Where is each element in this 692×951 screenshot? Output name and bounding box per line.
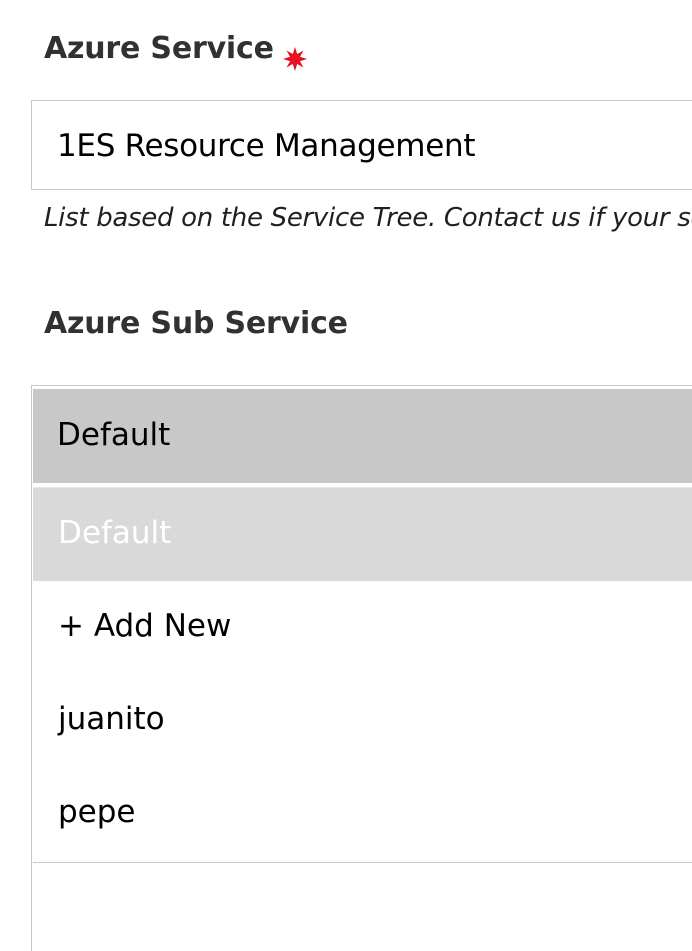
dropdown-option-add-new[interactable]: + Add New (33, 581, 692, 674)
dropdown-option-label: Default (58, 515, 172, 551)
azure-sub-service-select[interactable]: Default (33, 389, 692, 483)
dropdown-option-pepe[interactable]: pepe (33, 767, 692, 860)
azure-service-input[interactable]: 1ES Resource Management (31, 100, 692, 190)
azure-sub-service-dropdown-list: Default + Add New juanito pepe (33, 487, 692, 863)
dropdown-option-label: pepe (58, 794, 136, 830)
dropdown-option-label: juanito (58, 701, 165, 737)
form-page: Azure Service 1ES Resource Management Li… (0, 0, 692, 951)
azure-service-helper-text: List based on the Service Tree. Contact … (44, 203, 692, 233)
required-asterisk-icon (283, 47, 307, 71)
dropdown-option-label: + Add New (58, 608, 232, 644)
azure-service-value: 1ES Resource Management (57, 128, 476, 164)
dropdown-option-default[interactable]: Default (33, 488, 692, 581)
azure-service-label: Azure Service (44, 31, 274, 66)
azure-sub-service-label: Azure Sub Service (44, 306, 348, 341)
azure-sub-service-selected-value: Default (57, 417, 171, 453)
dropdown-option-juanito[interactable]: juanito (33, 674, 692, 767)
